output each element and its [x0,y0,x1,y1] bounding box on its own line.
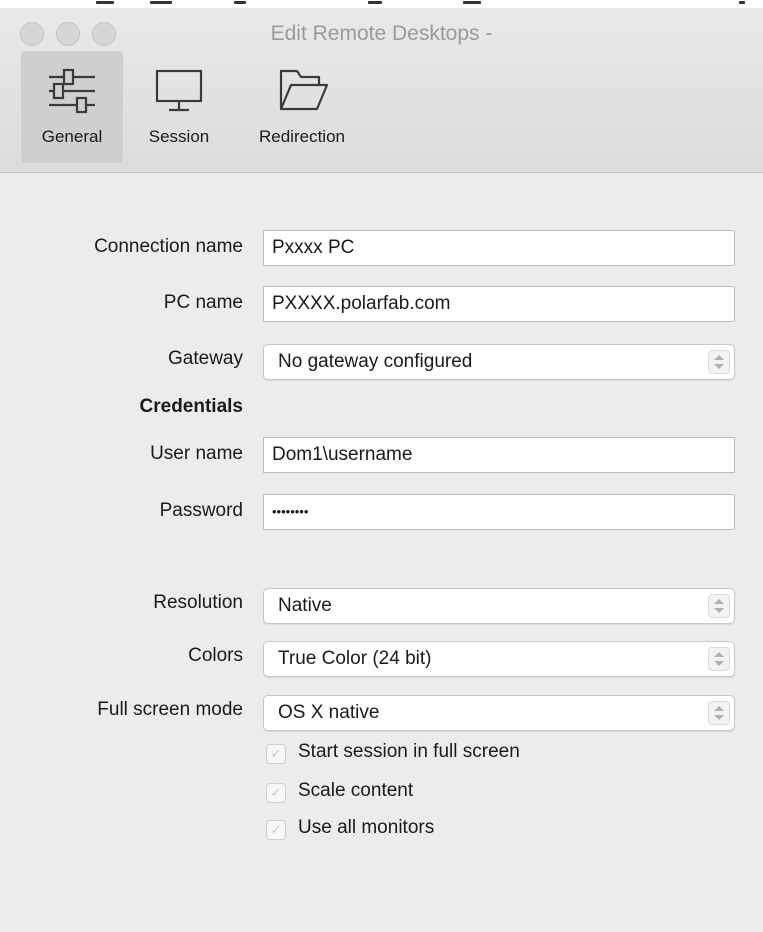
stray-mark [234,1,246,4]
monitor-icon [136,59,222,123]
stray-mark [739,1,745,4]
colors-select[interactable]: True Color (24 bit) [263,641,735,677]
stray-mark [463,1,481,4]
start-session-full-screen-label: Start session in full screen [298,741,520,762]
select-arrows-icon [708,350,730,374]
select-arrows-icon [708,647,730,671]
scale-content-label: Scale content [298,780,414,801]
resolution-select[interactable]: Native [263,588,735,624]
gateway-value: No gateway configured [278,351,473,372]
tab-general[interactable]: General [21,51,123,163]
resolution-label: Resolution [153,592,243,613]
use-all-monitors-label: Use all monitors [298,817,435,838]
gateway-label: Gateway [168,348,243,369]
user-name-input[interactable]: Dom1\username [263,437,735,473]
colors-value: True Color (24 bit) [278,648,432,669]
stray-mark [150,1,172,4]
folder-icon [240,59,364,123]
window-toolbar: Edit Remote Desktops - General Session R… [0,8,763,173]
select-arrows-icon [708,594,730,618]
sliders-icon [21,59,123,123]
tab-general-label: General [41,127,103,146]
tab-redirection[interactable]: Redirection [240,51,364,163]
resolution-value: Native [278,595,332,616]
connection-name-input[interactable]: Pxxxx PC [263,230,735,266]
password-label: Password [159,500,243,521]
checkmark-icon: ✓ [266,820,286,840]
pc-name-input[interactable]: PXXXX.polarfab.com [263,286,735,322]
pc-name-label: PC name [163,292,243,313]
select-arrows-icon [708,701,730,725]
tab-redirection-label: Redirection [259,127,345,146]
stray-mark [96,1,114,4]
checkmark-icon: ✓ [266,744,286,764]
colors-label: Colors [188,645,243,666]
user-name-label: User name [150,443,243,464]
full-screen-mode-label: Full screen mode [97,699,243,720]
credentials-heading: Credentials [139,396,243,417]
tab-session[interactable]: Session [136,51,222,163]
password-input[interactable]: •••••••• [263,494,735,530]
tab-session-label: Session [148,127,210,146]
connection-name-label: Connection name [94,236,243,257]
checkmark-icon: ✓ [266,783,286,803]
window-title: Edit Remote Desktops - [270,22,493,45]
full-screen-mode-select[interactable]: OS X native [263,695,735,731]
stray-mark [368,1,382,4]
top-strip [0,0,763,8]
gateway-select[interactable]: No gateway configured [263,344,735,380]
full-screen-mode-value: OS X native [278,702,380,723]
